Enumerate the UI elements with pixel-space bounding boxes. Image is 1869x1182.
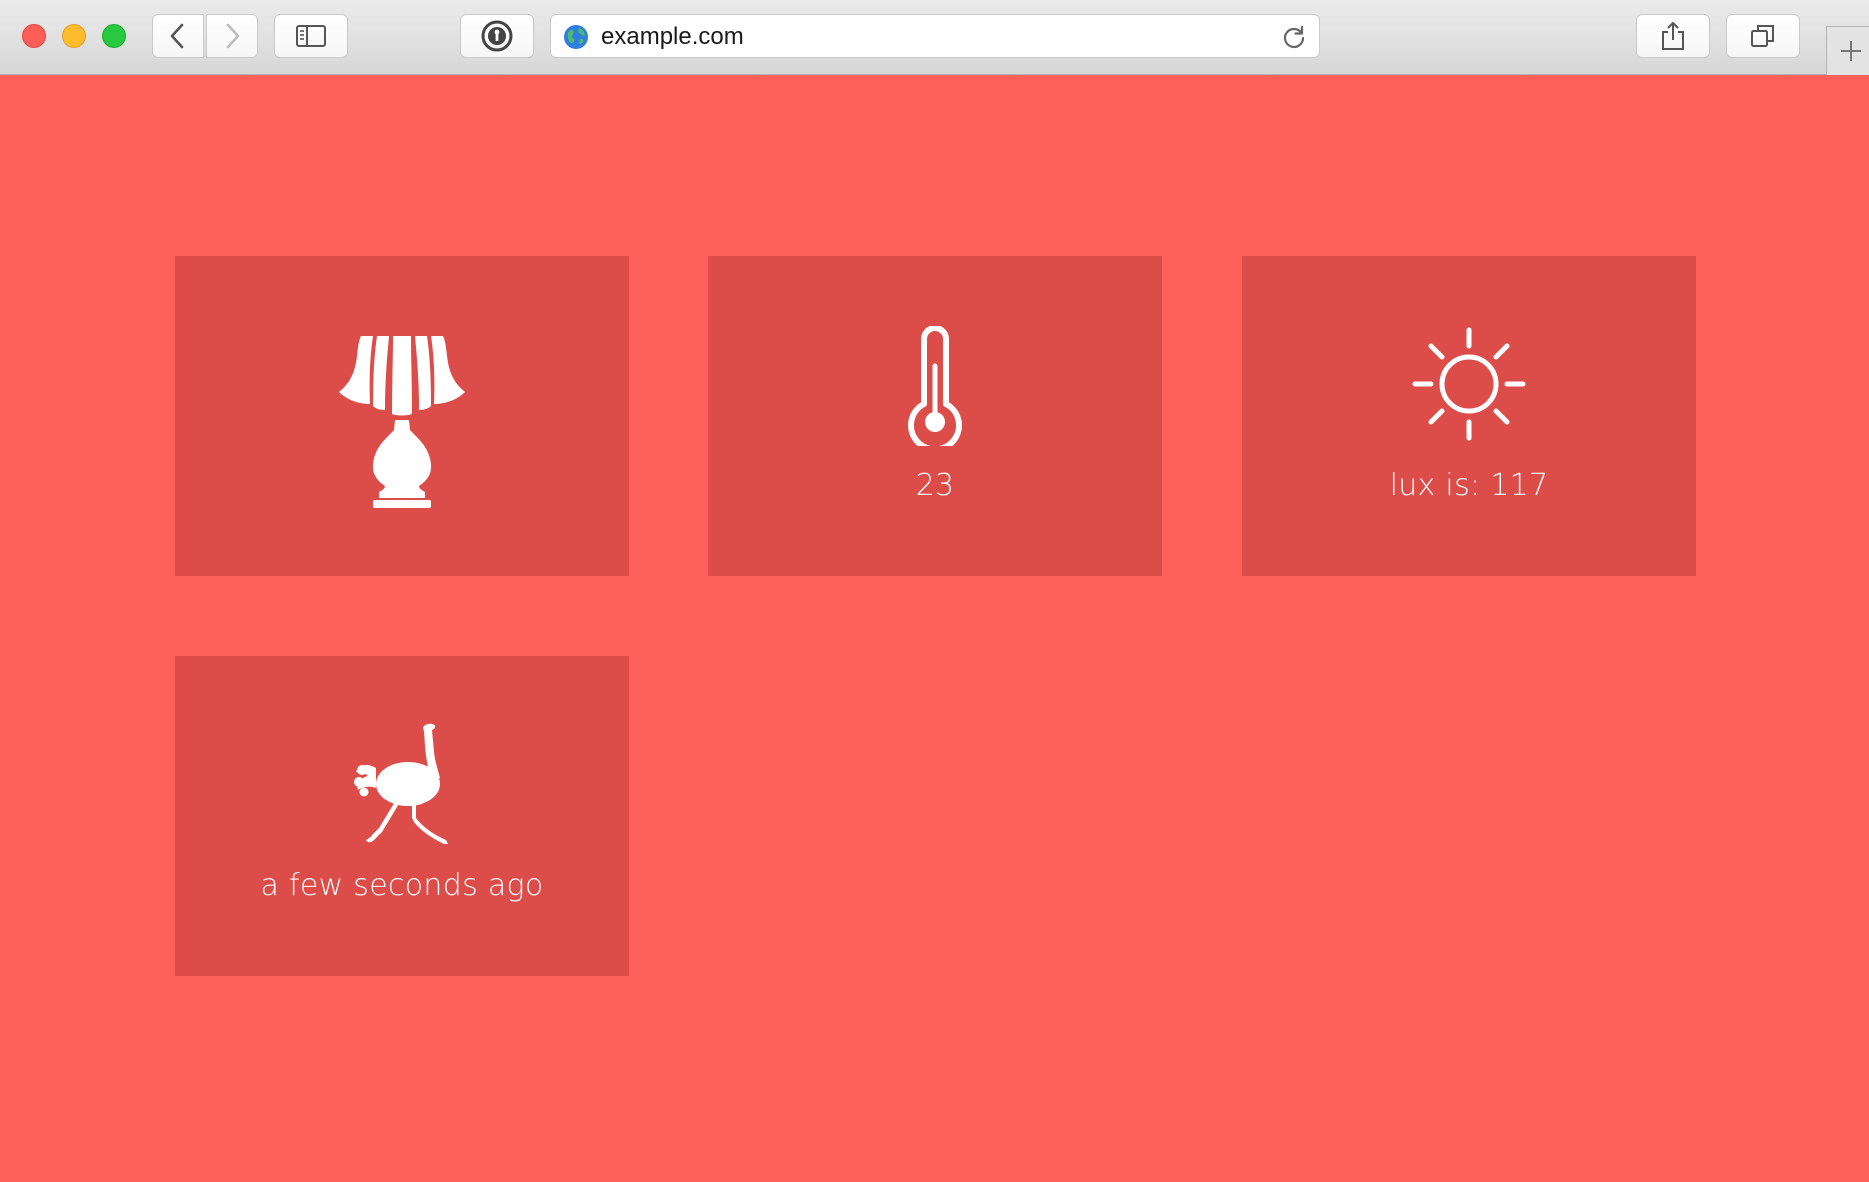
sidebar-toggle-button[interactable] xyxy=(274,14,348,58)
last-seen-label: a few seconds ago xyxy=(260,868,544,903)
tabs-overview-button[interactable] xyxy=(1726,14,1800,58)
lux-reading: lux is: 117 xyxy=(1389,468,1549,503)
password-manager-button[interactable] xyxy=(460,14,534,58)
lamp-tile[interactable] xyxy=(175,256,629,576)
address-bar[interactable]: example.com xyxy=(550,14,1320,58)
share-icon xyxy=(1662,22,1684,50)
new-tab-button[interactable] xyxy=(1826,26,1869,75)
back-button[interactable] xyxy=(152,14,204,58)
window-close-button[interactable] xyxy=(22,24,46,48)
window-zoom-button[interactable] xyxy=(102,24,126,48)
temperature-tile[interactable]: 23 xyxy=(708,256,1162,576)
window-minimize-button[interactable] xyxy=(62,24,86,48)
keyhole-icon xyxy=(481,20,513,52)
reload-icon[interactable] xyxy=(1281,24,1307,50)
browser-toolbar: example.com xyxy=(0,0,1869,75)
thermometer-icon xyxy=(908,326,962,446)
plus-icon xyxy=(1841,41,1861,61)
globe-icon xyxy=(564,25,588,49)
share-button[interactable] xyxy=(1636,14,1710,58)
url-text: example.com xyxy=(601,23,744,50)
chevron-right-icon xyxy=(226,23,240,49)
ostrich-icon xyxy=(354,723,448,844)
tabs-overview-icon xyxy=(1751,25,1774,47)
sun-icon xyxy=(1412,327,1526,441)
temperature-value: 23 xyxy=(915,468,955,503)
forward-button[interactable] xyxy=(206,14,258,58)
lamp-icon xyxy=(339,336,465,508)
chevron-left-icon xyxy=(170,23,184,49)
light-tile[interactable]: lux is: 117 xyxy=(1242,256,1696,576)
last-seen-tile[interactable]: a few seconds ago xyxy=(175,656,629,976)
sidebar-icon xyxy=(296,25,326,47)
